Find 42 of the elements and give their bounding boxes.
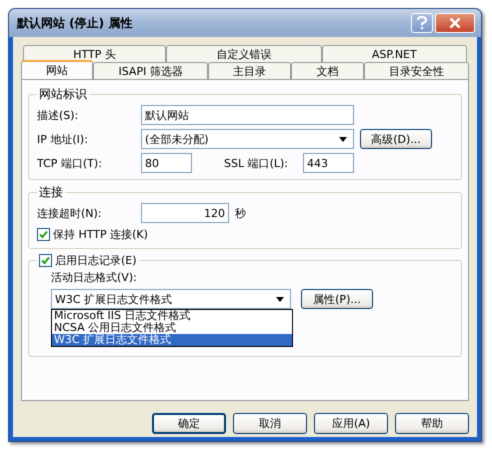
tab[interactable]: 网站 bbox=[21, 60, 94, 79]
dialog-button[interactable]: 确定 bbox=[152, 413, 226, 434]
window-title: 默认网站 (停止) 属性 bbox=[17, 14, 132, 32]
dropdown-option[interactable]: W3C 扩展日志文件格式 bbox=[52, 334, 292, 346]
dialog-button[interactable]: 应用(A) bbox=[314, 413, 388, 434]
enable-logging-checkbox[interactable]: 启用日志记录(E) bbox=[39, 253, 137, 268]
unit-label: 秒 bbox=[235, 206, 246, 220]
group-title: 连接 bbox=[38, 184, 64, 201]
field-label: 活动日志格式(V): bbox=[51, 270, 138, 285]
tab[interactable]: ASP.NET bbox=[322, 45, 467, 62]
tab[interactable]: 自定义错误 bbox=[166, 45, 322, 62]
field-label: 连接超时(N): bbox=[37, 206, 103, 220]
keep-alive-checkbox[interactable]: 保持 HTTP 连接(K) bbox=[37, 227, 453, 242]
group-title: 网站标识 bbox=[38, 86, 88, 103]
timeout-field[interactable]: 120 bbox=[141, 203, 229, 223]
description-field[interactable]: 默认网站 bbox=[141, 105, 354, 125]
checkmark-icon bbox=[39, 230, 48, 239]
close-button[interactable] bbox=[435, 13, 475, 33]
tab[interactable]: HTTP 头 bbox=[23, 45, 166, 62]
checkmark-icon bbox=[41, 256, 50, 265]
dropdown-option[interactable]: Microsoft IIS 日志文件格式 bbox=[52, 310, 292, 322]
tab[interactable]: 目录安全性 bbox=[364, 62, 469, 79]
question-mark-icon bbox=[416, 16, 428, 30]
field-label: IP 地址(I): bbox=[37, 132, 89, 146]
tab[interactable]: 主目录 bbox=[208, 62, 292, 79]
tcp-port-field[interactable]: 80 bbox=[141, 153, 192, 173]
properties-button[interactable]: 属性(P)... bbox=[301, 289, 373, 309]
help-button[interactable] bbox=[411, 13, 433, 33]
advanced-button[interactable]: 高级(D)... bbox=[360, 129, 432, 149]
field-label: 描述(S): bbox=[37, 108, 80, 122]
dialog-button[interactable]: 取消 bbox=[233, 413, 307, 434]
tab[interactable]: 文档 bbox=[291, 62, 364, 79]
tab[interactable]: ISAPI 筛选器 bbox=[93, 62, 208, 79]
dropdown-arrow-icon bbox=[339, 136, 347, 142]
close-icon bbox=[449, 17, 461, 29]
field-label: TCP 端口(T): bbox=[37, 156, 103, 170]
ip-address-dropdown[interactable]: (全部未分配) bbox=[141, 129, 354, 149]
dropdown-arrow-icon bbox=[276, 296, 284, 302]
dialog-button[interactable]: 帮助 bbox=[395, 413, 469, 434]
field-label: SSL 端口(L): bbox=[224, 156, 290, 170]
dropdown-option[interactable]: NCSA 公用日志文件格式 bbox=[52, 322, 292, 334]
ssl-port-field[interactable]: 443 bbox=[303, 153, 354, 173]
